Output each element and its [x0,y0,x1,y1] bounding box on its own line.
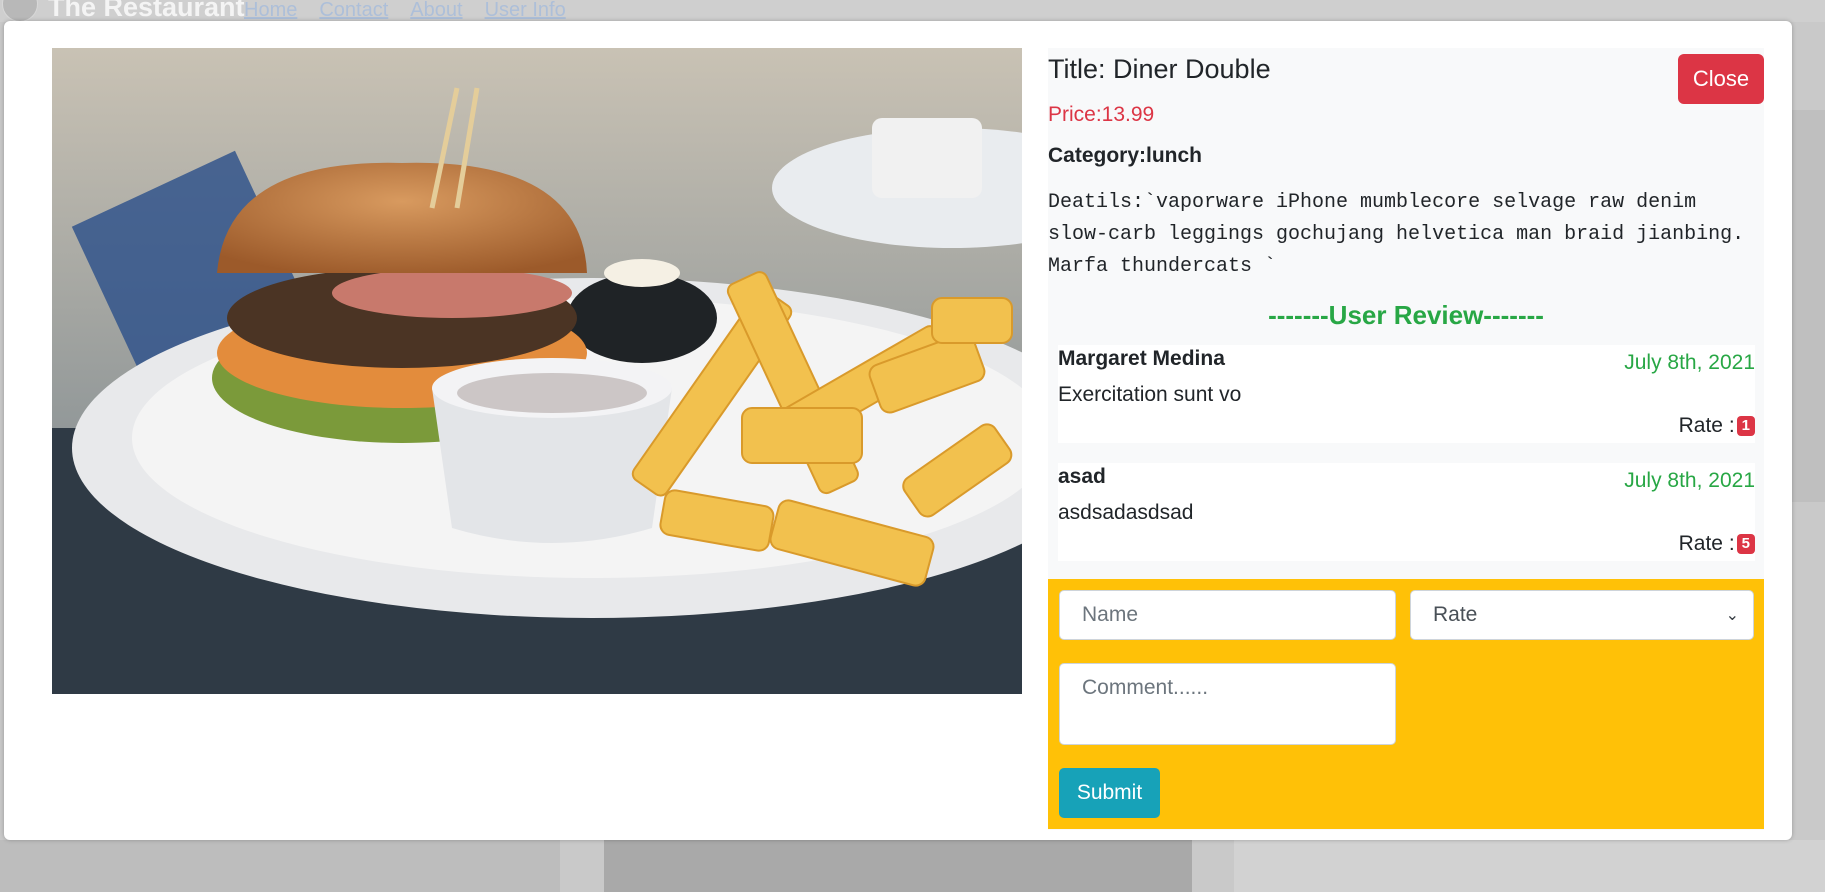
review-card: asad July 8th, 2021 asdsadasdsad Rate : … [1058,463,1755,561]
food-photo [52,48,1022,694]
background-card-2 [604,840,1192,892]
nav-link-contact: Contact [319,0,389,21]
nav-link-home: Home [244,0,298,21]
name-input[interactable] [1059,590,1396,640]
item-title: Title: Diner Double [1048,54,1271,84]
review-card: Margaret Medina July 8th, 2021 Exercitat… [1058,345,1755,443]
background-navbar: The Restaurant Home Contact About User I… [0,0,1825,22]
brand-name: The Restaurant [48,0,245,22]
review-rating: Rate : 5 [1679,532,1755,556]
background-card-edge [1792,110,1825,502]
item-details-text: Deatils:`vaporware iPhone mumblecore sel… [1048,191,1757,278]
review-date: July 8th, 2021 [1624,351,1755,374]
review-date: July 8th, 2021 [1624,469,1755,492]
close-button[interactable]: Close [1678,54,1764,104]
item-detail-modal: Title: Diner Double Close Price:13.99 Ca… [4,21,1792,840]
review-form: Rate ⌄ Submit [1048,579,1764,829]
background-card-3 [1234,840,1825,892]
review-comment: Exercitation sunt vo [1058,383,1242,406]
user-review-heading: -------User Review------- [1268,300,1544,330]
item-price: Price:13.99 [1048,103,1155,126]
review-rate-label: Rate : [1678,414,1735,437]
rating-badge: 1 [1736,416,1755,436]
restaurant-logo [2,0,38,22]
rate-select[interactable]: Rate ⌄ [1410,590,1754,640]
nav-link-about: About [410,0,463,21]
comment-input[interactable] [1059,663,1396,745]
review-rate-label: Rate : [1678,532,1735,555]
rating-badge: 5 [1736,534,1755,554]
chevron-down-icon: ⌄ [1725,607,1739,624]
review-comment: asdsadasdsad [1058,501,1194,524]
rate-select-value: Rate [1433,603,1478,626]
item-category: Category:lunch [1048,144,1203,167]
burger-and-fries-photo [52,48,1022,694]
submit-button[interactable]: Submit [1059,768,1160,818]
item-details-panel: Title: Diner Double Close Price:13.99 Ca… [1048,48,1764,830]
review-author: Margaret Medina [1058,347,1225,370]
review-author: asad [1058,465,1106,488]
background-nav-links: Home Contact About User Info [244,0,566,20]
background-card-1 [0,840,560,892]
review-rating: Rate : 1 [1679,414,1755,438]
nav-link-user-info: User Info [484,0,566,21]
